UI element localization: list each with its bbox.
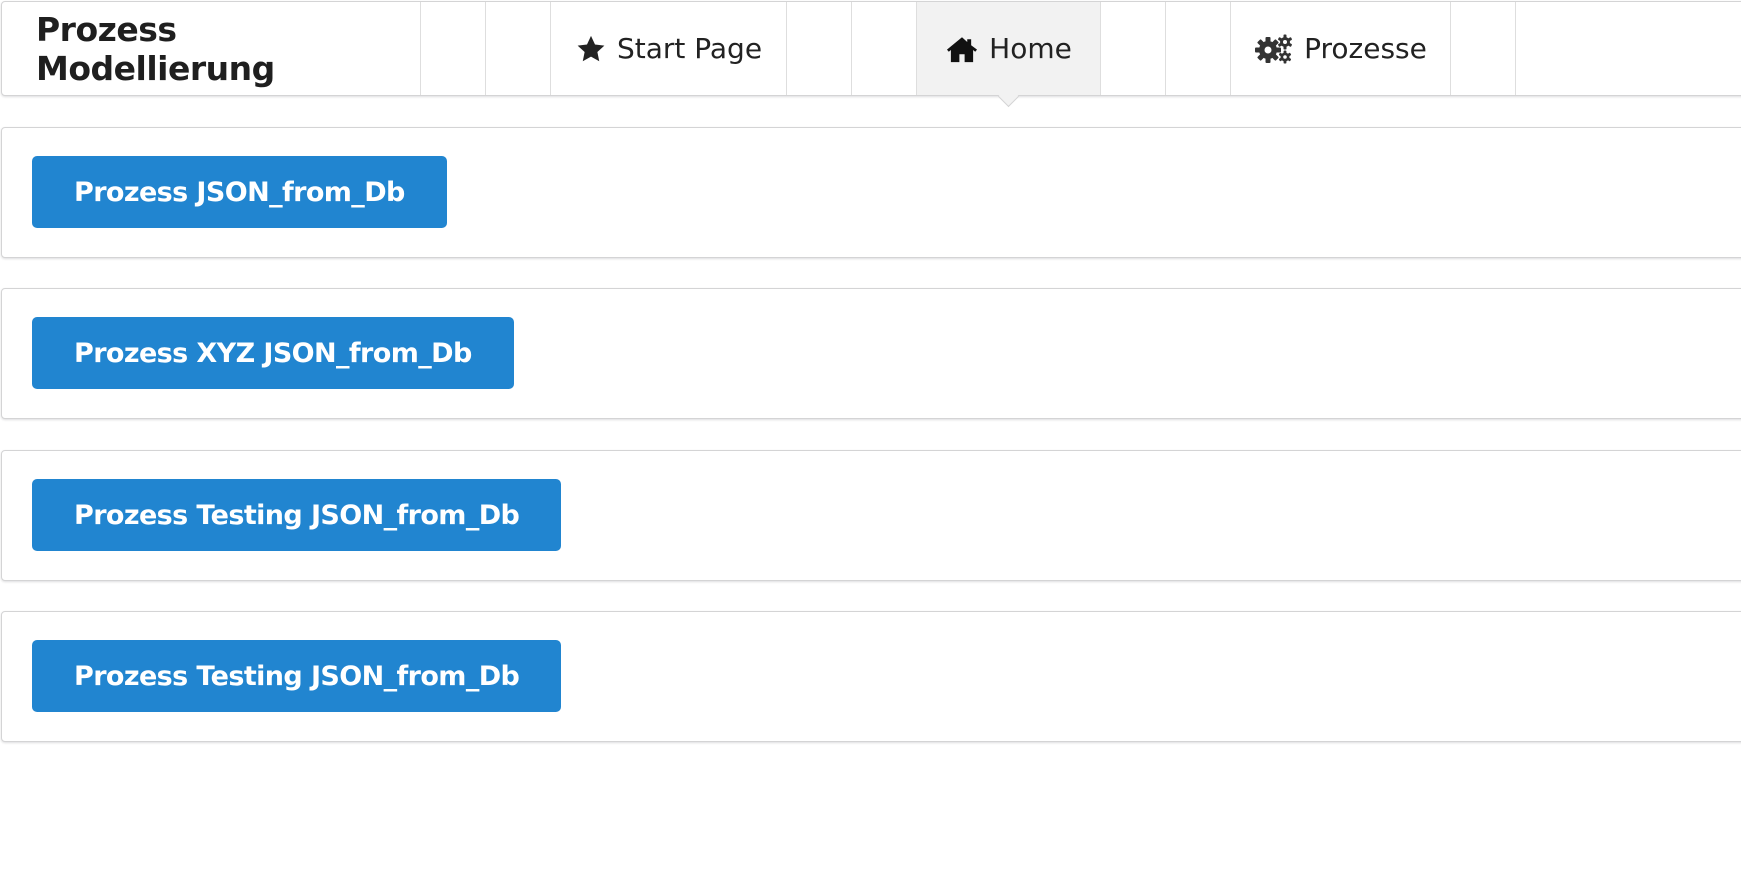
nav-item-start-page[interactable]: Start Page — [551, 2, 786, 95]
nav-item-home[interactable]: Home — [917, 2, 1100, 95]
menu-divider — [420, 2, 421, 95]
nav-item-label: Start Page — [616, 32, 763, 65]
menu-divider — [1100, 2, 1101, 95]
menu-divider — [485, 2, 486, 95]
process-button[interactable]: Prozess XYZ JSON_from_Db — [32, 317, 514, 389]
gears-icon — [1254, 33, 1294, 65]
nav-item-label: Prozesse — [1304, 32, 1427, 65]
nav-item-prozesse[interactable]: Prozesse — [1231, 2, 1450, 95]
process-segment: Prozess Testing JSON_from_Db — [1, 450, 1741, 581]
star-icon — [575, 34, 607, 64]
process-button[interactable]: Prozess JSON_from_Db — [32, 156, 447, 228]
menu-divider — [1450, 2, 1451, 95]
menu-divider — [1515, 2, 1516, 95]
process-segment: Prozess JSON_from_Db — [1, 127, 1741, 258]
menu-divider — [851, 2, 852, 95]
process-segment: Prozess XYZ JSON_from_Db — [1, 288, 1741, 419]
process-button[interactable]: Prozess Testing JSON_from_Db — [32, 479, 562, 551]
process-button[interactable]: Prozess Testing JSON_from_Db — [32, 640, 562, 712]
app-title: Prozess Modellierung — [36, 9, 275, 88]
process-segment: Prozess Testing JSON_from_Db — [1, 611, 1741, 742]
menu-divider — [786, 2, 787, 95]
home-icon — [945, 34, 979, 64]
menu-divider — [1165, 2, 1166, 95]
nav-item-label: Home — [989, 32, 1072, 65]
top-menu: Prozess Modellierung Start Page Home Pro… — [1, 1, 1741, 108]
